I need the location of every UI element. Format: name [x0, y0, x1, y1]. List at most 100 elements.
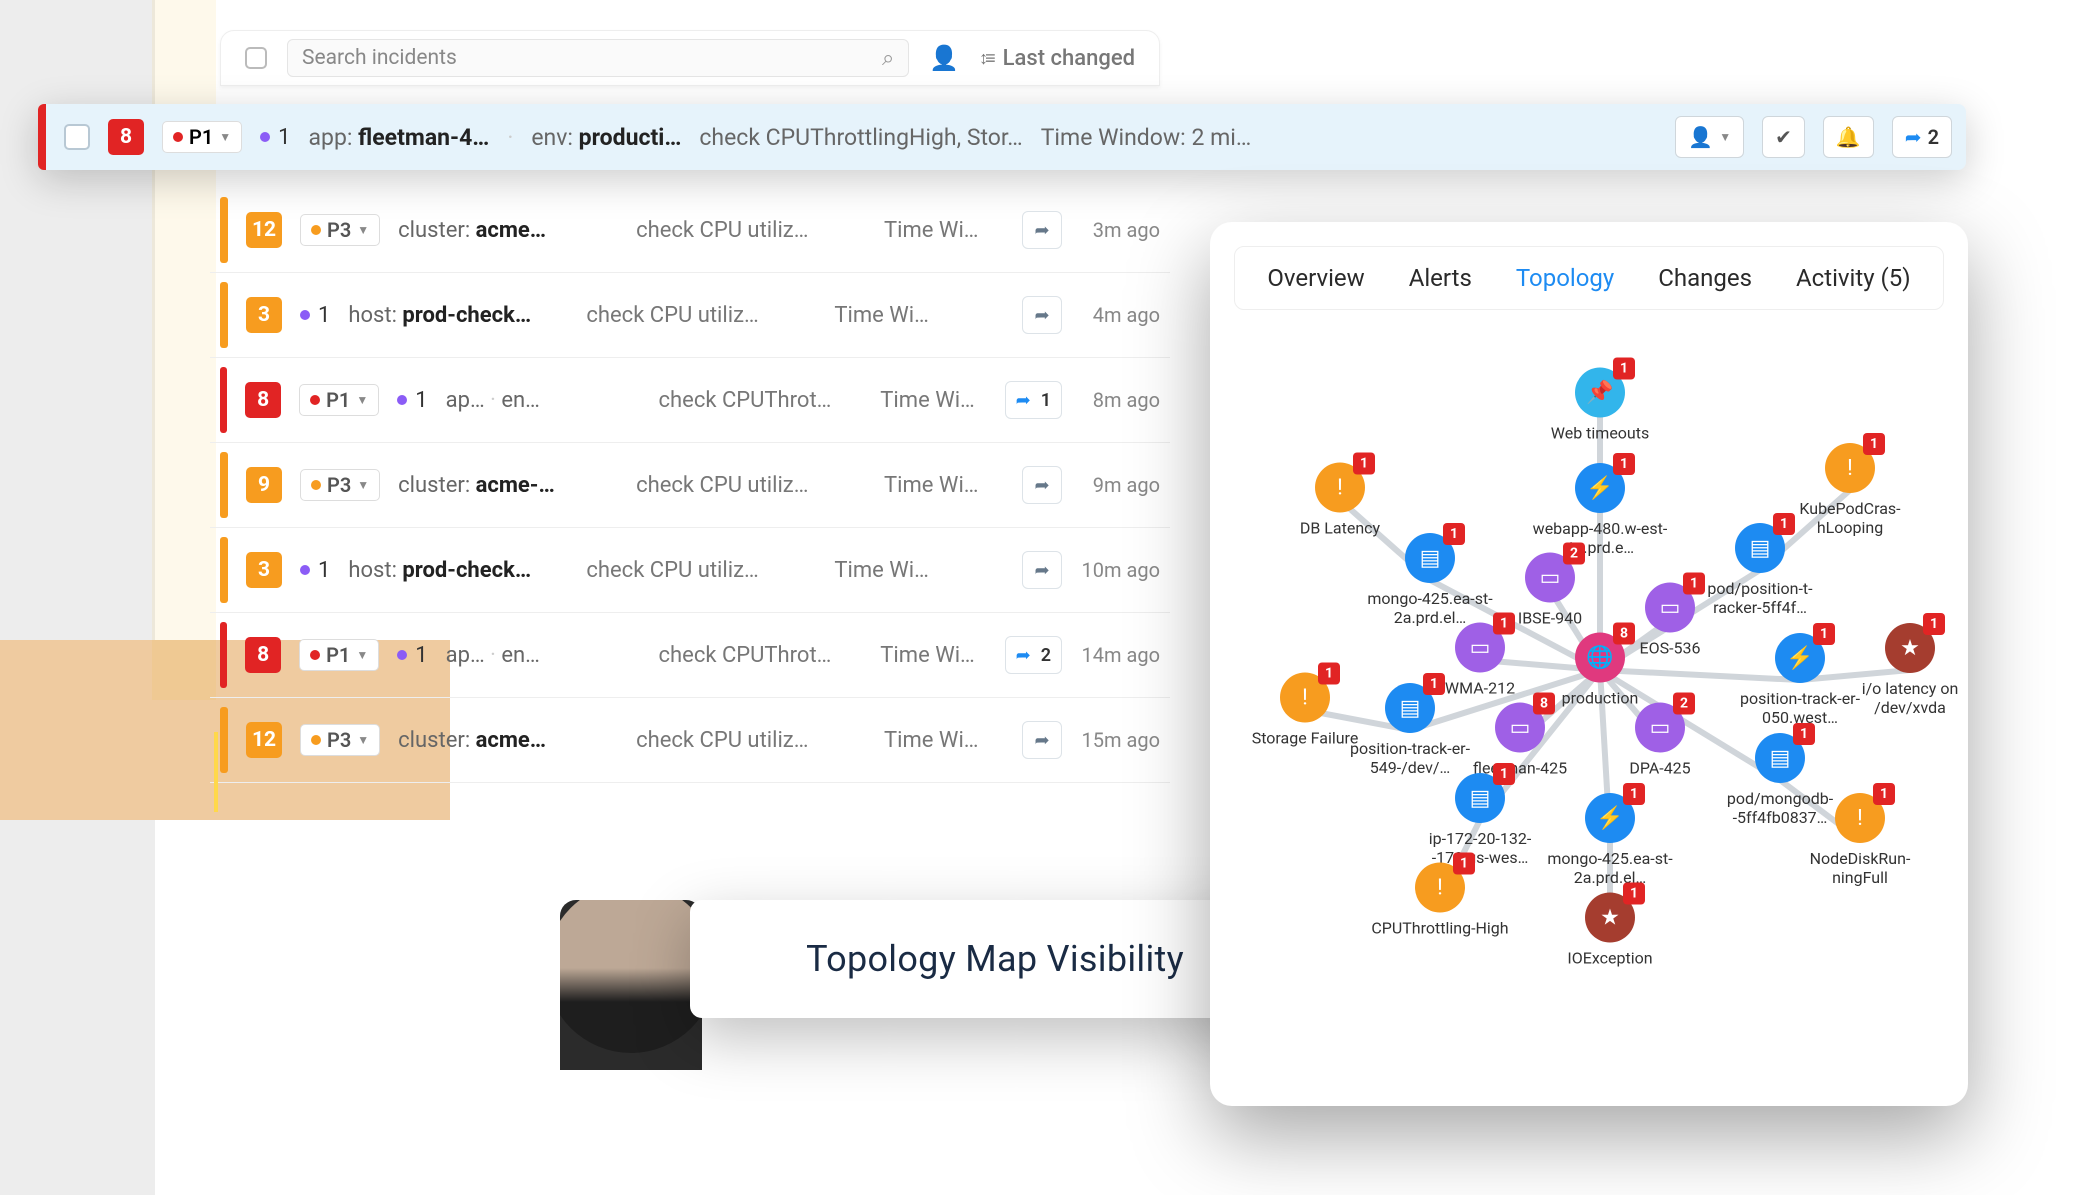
check-circle-icon: ✔	[1775, 125, 1792, 149]
related-count: 1	[300, 303, 330, 328]
node-ioexc[interactable]: ★1IOException	[1535, 893, 1685, 968]
node-badge: 1	[1493, 613, 1515, 635]
share-button[interactable]: ➦	[1022, 721, 1062, 759]
tab-changes[interactable]: Changes	[1658, 264, 1752, 292]
node-iolat[interactable]: ★1i/o latency on /dev/xvda	[1835, 623, 1968, 717]
user-add-icon: 👤	[1688, 125, 1713, 149]
related-count: 1	[397, 388, 427, 413]
node-webapp[interactable]: ⚡1 webapp-480.w-est-1c.prd.e…	[1525, 463, 1675, 557]
notifications-button[interactable]: 🔔	[1823, 116, 1874, 158]
incident-list: 12 P3▼ cluster: acme… check CPU utiliz… …	[210, 188, 1170, 783]
share-icon: ➦	[1034, 560, 1049, 581]
selected-incident-row[interactable]: 8 P1▼ 1 app: fleetman-4… · env: producti…	[38, 104, 1966, 170]
dot-icon	[300, 565, 310, 575]
select-all-checkbox[interactable]	[245, 47, 267, 69]
share-button[interactable]: ➦	[1022, 551, 1062, 589]
node-nodedisk[interactable]: !1NodeDiskRun-ningFull	[1785, 793, 1935, 887]
incident-row[interactable]: 12 P3▼ cluster: acme… check CPU utiliz… …	[210, 698, 1170, 783]
incident-row[interactable]: 12 P3▼ cluster: acme… check CPU utiliz… …	[210, 188, 1170, 273]
node-label: i/o latency on /dev/xvda	[1835, 679, 1968, 717]
incident-row[interactable]: 3 1 host: prod-check… check CPU utiliz… …	[210, 273, 1170, 358]
share-button[interactable]: ➦2	[1892, 116, 1952, 158]
incident-row[interactable]: 9 P3▼ cluster: acme-… check CPU utiliz… …	[210, 443, 1170, 528]
time-window: Time Wi…	[884, 218, 1004, 243]
node-db-latency[interactable]: !1DB Latency	[1265, 463, 1415, 538]
check-summary: check CPUThrot…	[659, 643, 863, 668]
tab-overview[interactable]: Overview	[1267, 264, 1364, 292]
target-tag: host: prod-check…	[348, 558, 568, 583]
sort-button[interactable]: ↕≡ Last changed	[979, 46, 1135, 71]
chevron-down-icon: ▼	[356, 393, 368, 407]
priority-chip[interactable]: P1▼	[299, 384, 379, 416]
share-button[interactable]: ➦	[1022, 466, 1062, 504]
incident-row[interactable]: 8 P1▼1 ap… · en… check CPUThrot… Time Wi…	[210, 613, 1170, 698]
node-badge: 1	[1493, 763, 1515, 785]
time-window: Time Wi…	[834, 558, 954, 583]
incident-row[interactable]: 3 1 host: prod-check… check CPU utiliz… …	[210, 528, 1170, 613]
check-summary: check CPU utiliz…	[586, 558, 816, 583]
priority-chip[interactable]: P1▼	[299, 639, 379, 671]
dot-icon	[397, 395, 407, 405]
node-badge: 1	[1353, 453, 1375, 475]
dot-icon	[311, 480, 321, 490]
alert-count-badge: 8	[245, 637, 281, 673]
share-button[interactable]: ➦1	[1005, 381, 1062, 419]
node-ip172[interactable]: ▤1ip-172-20-132--178.us-wes…	[1405, 773, 1555, 867]
node-fleetman[interactable]: ▭8fleetman-425	[1445, 703, 1595, 778]
sort-icon: ↕≡	[979, 48, 993, 69]
alert-count-badge: 12	[246, 212, 282, 248]
acknowledge-button[interactable]: ✔	[1762, 116, 1805, 158]
node-label: webapp-480.w-est-1c.prd.e…	[1525, 519, 1675, 557]
node-icon: ⚡1	[1575, 463, 1625, 513]
dot-icon	[300, 310, 310, 320]
node-mongo2[interactable]: ⚡1mongo-425.ea-st-2a.prd.el…	[1535, 793, 1685, 887]
node-icon: ▤1	[1385, 683, 1435, 733]
share-button[interactable]: ➦2	[1005, 636, 1062, 674]
node-label: ip-172-20-132--178.us-wes…	[1405, 829, 1555, 867]
chevron-down-icon: ▼	[1719, 130, 1731, 144]
related-count: 1	[300, 558, 330, 583]
priority-chip[interactable]: P3▼	[300, 724, 380, 756]
tab-topology[interactable]: Topology	[1516, 264, 1614, 292]
share-button[interactable]: ➦	[1022, 296, 1062, 334]
node-badge: 1	[1443, 523, 1465, 545]
share-icon: ➦	[1016, 645, 1031, 666]
node-cputhrot[interactable]: !1CPUThrottling-High	[1365, 863, 1515, 938]
search-input[interactable]: Search incidents ⌕	[287, 39, 909, 77]
feature-caption: Topology Map Visibility	[690, 900, 1300, 1018]
share-icon: ➦	[1034, 730, 1049, 751]
priority-chip[interactable]: P1▼	[162, 121, 242, 153]
separator: ·	[507, 124, 513, 151]
node-icon: !1	[1825, 443, 1875, 493]
node-icon: ▤1	[1405, 533, 1455, 583]
priority-chip[interactable]: P3▼	[300, 214, 380, 246]
assign-button[interactable]: 👤▼	[1675, 116, 1744, 158]
app-tag: app: fleetman-4…	[309, 124, 490, 151]
priority-chip[interactable]: P3▼	[300, 469, 380, 501]
node-icon: !1	[1315, 463, 1365, 513]
node-web-timeouts[interactable]: 📌1Web timeouts	[1525, 368, 1675, 443]
row-checkbox[interactable]	[64, 124, 90, 150]
share-button[interactable]: ➦	[1022, 211, 1062, 249]
node-icon: ▤1	[1755, 733, 1805, 783]
timestamp: 14m ago	[1076, 643, 1160, 667]
topology-graph[interactable]: 📌1Web timeouts !1DB Latency ⚡1 webapp-480.w…	[1210, 310, 1968, 1094]
timestamp: 4m ago	[1076, 303, 1160, 327]
incident-row[interactable]: 8 P1▼1 ap… · en… check CPUThrot… Time Wi…	[210, 358, 1170, 443]
tab-alerts[interactable]: Alerts	[1409, 264, 1472, 292]
severity-bar	[38, 104, 46, 170]
node-badge: 1	[1318, 663, 1340, 685]
node-icon: ▭1	[1645, 583, 1695, 633]
node-badge: 8	[1533, 693, 1555, 715]
alert-count-badge: 9	[246, 467, 282, 503]
user-filter-icon[interactable]: 👤	[929, 44, 959, 72]
tab-activity-[interactable]: Activity (5)	[1796, 264, 1911, 292]
node-icon: ▭2	[1635, 703, 1685, 753]
check-summary: check CPU utiliz…	[586, 303, 816, 328]
time-window: Time Wi…	[884, 473, 1004, 498]
node-badge: 2	[1563, 543, 1585, 565]
check-summary: check CPU utiliz…	[636, 728, 866, 753]
share-icon: ➦	[1034, 475, 1049, 496]
node-badge: 1	[1623, 883, 1645, 905]
dot-icon	[311, 735, 321, 745]
